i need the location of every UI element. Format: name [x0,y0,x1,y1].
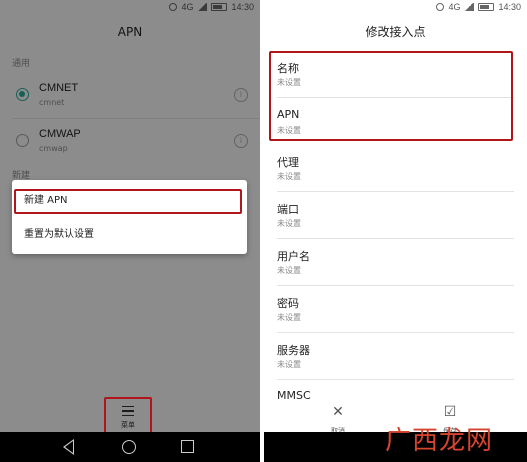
back-icon[interactable] [63,439,74,455]
battery-icon [478,3,495,11]
field-proxy[interactable]: 代理 未设置 [264,144,527,191]
edit-apn-screen: 4G 14:30 修改接入点 名称 未设置 APN 未设置 代理 未设置 端口 … [264,0,527,462]
cancel-button[interactable]: ✕ 取消 [318,404,358,435]
field-value: 未设置 [277,313,301,322]
field-label: 服务器 [277,344,310,357]
network-type: 4G [448,2,461,12]
watermark-text: 广西龙网 [385,426,494,456]
highlight-box-name-apn [269,51,513,141]
field-server[interactable]: 服务器 未设置 [264,332,527,379]
signal-icon [464,3,475,11]
field-label: 用户名 [277,250,310,263]
status-time: 14:30 [498,2,521,12]
close-icon: ✕ [332,404,344,420]
field-label: 密码 [277,297,299,310]
apn-list-screen: 4G 14:30 APN 通用 CMNET cmnet i CMWAP cmwa… [0,0,260,462]
field-username[interactable]: 用户名 未设置 [264,238,527,285]
field-value: 未设置 [277,266,301,275]
recent-apps-icon[interactable] [181,440,194,453]
page-title: 修改接入点 [365,25,426,39]
home-icon[interactable] [122,440,136,454]
field-label: 代理 [277,156,299,169]
field-value: 未设置 [277,172,301,181]
alarm-icon [436,3,445,11]
highlight-box-new-apn [14,189,242,214]
field-value: 未设置 [277,219,301,228]
field-label: 端口 [277,203,299,216]
system-nav-bar [0,432,260,462]
field-value: 未设置 [277,360,301,369]
menu-item-reset-default[interactable]: 重置为默认设置 [12,220,247,250]
field-password[interactable]: 密码 未设置 [264,285,527,332]
highlight-box-menu [104,397,152,435]
field-label: MMSC [277,389,311,402]
status-bar: 4G 14:30 [264,0,527,16]
field-port[interactable]: 端口 未设置 [264,191,527,238]
checkbox-save-icon: ☑ [443,404,457,420]
